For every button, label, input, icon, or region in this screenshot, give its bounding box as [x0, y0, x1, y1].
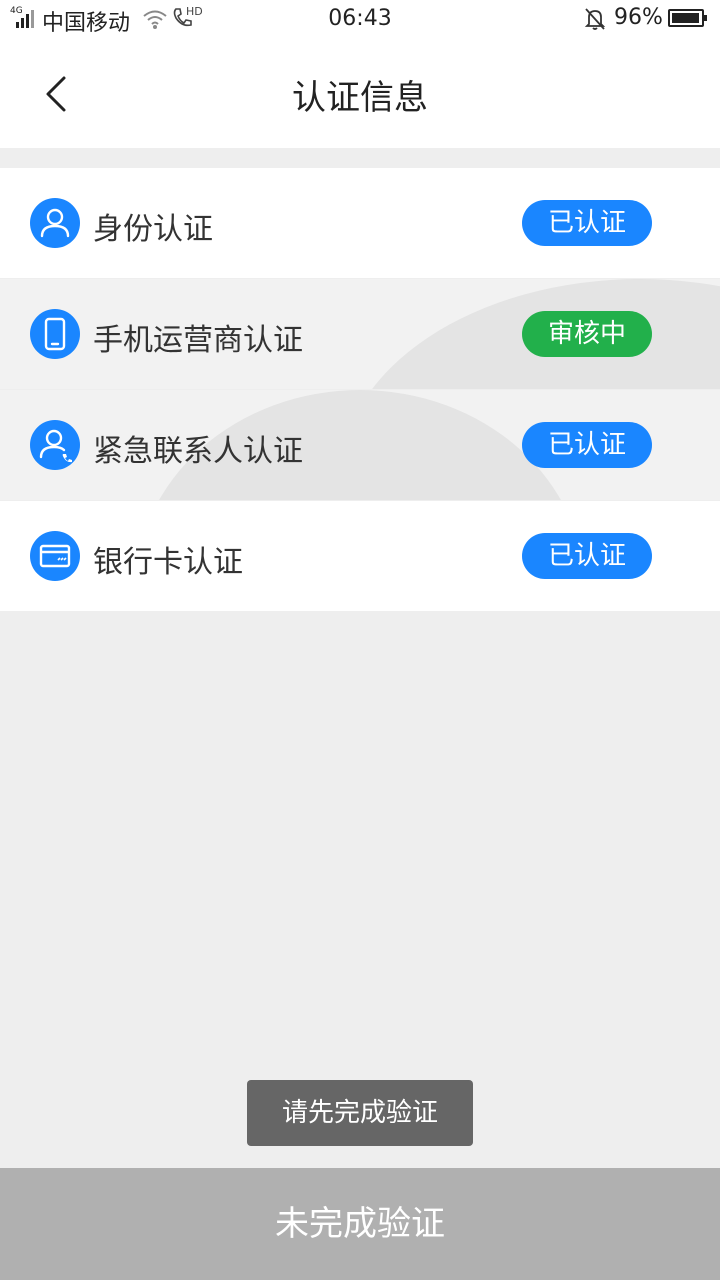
status-badge: 已认证 [522, 200, 652, 246]
bank-card-icon [30, 531, 80, 581]
phone-icon [30, 309, 80, 359]
nav-bar: 认证信息 [0, 40, 720, 148]
status-badge: 已认证 [522, 533, 652, 579]
clock: 06:43 [328, 6, 392, 31]
submit-button[interactable]: 未完成验证 [0, 1168, 720, 1280]
battery-icon [668, 9, 707, 27]
contact-icon [30, 420, 80, 470]
toast-message: 请先完成验证 [247, 1080, 473, 1146]
auth-list: 身份认证 已认证 手机运营商认证 审核中 紧急联系人认证 已认证 银行卡认证 已… [0, 168, 720, 612]
auth-item-bank-card[interactable]: 银行卡认证 已认证 [0, 501, 720, 612]
status-badge: 已认证 [522, 422, 652, 468]
auth-item-emergency-contact[interactable]: 紧急联系人认证 已认证 [0, 390, 720, 501]
status-badge: 审核中 [522, 311, 652, 357]
status-bar: 4G 中国移动 HD 06:43 96% [0, 0, 720, 40]
bell-muted-icon [584, 8, 606, 30]
auth-item-label: 紧急联系人认证 [93, 434, 303, 469]
auth-item-label: 银行卡认证 [93, 545, 243, 580]
auth-item-label: 身份认证 [93, 212, 213, 247]
auth-item-identity[interactable]: 身份认证 已认证 [0, 168, 720, 279]
battery-percent: 96% [614, 5, 663, 30]
auth-item-label: 手机运营商认证 [93, 323, 303, 358]
page-title: 认证信息 [292, 78, 428, 118]
auth-item-phone[interactable]: 手机运营商认证 审核中 [0, 279, 720, 390]
person-icon [30, 198, 80, 248]
